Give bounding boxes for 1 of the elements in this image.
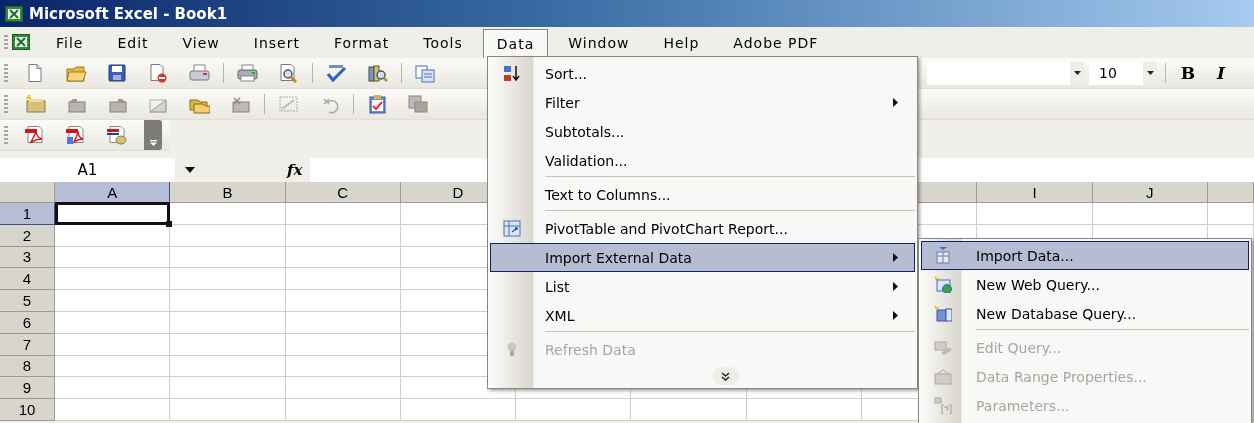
window-title: Microsoft Excel - Book1 [29,4,228,23]
